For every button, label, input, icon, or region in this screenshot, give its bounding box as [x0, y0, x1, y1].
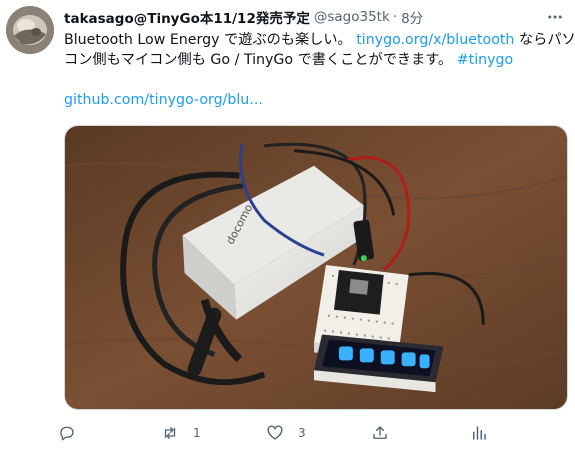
retweet-count: 1: [193, 426, 201, 440]
analytics-icon: [473, 426, 486, 440]
reply-icon: [60, 426, 74, 441]
tweet-text-line-1: Bluetooth Low Energy で遊ぶのも楽しい。 tinygo.or…: [64, 30, 575, 50]
share-button[interactable]: [371, 420, 389, 446]
like-count: 3: [298, 426, 306, 440]
tweet-link-tinygo-bluetooth[interactable]: tinygo.org/x/bluetooth: [356, 32, 514, 48]
tweet-actions: 1 3: [58, 420, 498, 446]
tweet-text-part: Bluetooth Low Energy で遊ぶのも楽しい。: [64, 32, 352, 48]
like-button[interactable]: 3: [266, 420, 306, 446]
author-display-name[interactable]: takasago@TinyGo本11/12発売予定: [64, 7, 310, 27]
tweet-text-spacer: [64, 70, 564, 90]
hashtag-link[interactable]: #tinygo: [457, 52, 513, 68]
share-icon: [373, 426, 387, 439]
tweet-text-part: ならパソ: [514, 32, 575, 48]
tweet-timestamp[interactable]: 8分: [401, 7, 423, 27]
avatar[interactable]: [6, 6, 54, 54]
more-button[interactable]: [543, 6, 567, 28]
heart-icon: [267, 425, 283, 440]
tweet-text-line-3: github.com/tinygo-org/blu...: [64, 90, 564, 110]
tweet-text-line-2: コン側もマイコン側も Go / TinyGo で書くことができます。 #tiny…: [64, 50, 564, 70]
retweet-button[interactable]: 1: [161, 420, 201, 446]
tweet-link-github[interactable]: github.com/tinygo-org/blu...: [64, 92, 263, 108]
reply-button[interactable]: [58, 420, 90, 446]
tweet-text-part: コン側もマイコン側も Go / TinyGo で書くことができます。: [64, 52, 453, 68]
more-icon: [548, 15, 562, 19]
analytics-button[interactable]: [470, 420, 488, 446]
retweet-icon: [164, 427, 176, 439]
tweet-header: takasago@TinyGo本11/12発売予定 @sago35tk · 8分: [64, 7, 423, 27]
tweet[interactable]: takasago@TinyGo本11/12発売予定 @sago35tk · 8分…: [0, 0, 575, 449]
author-handle[interactable]: @sago35tk: [314, 9, 390, 25]
avatar-image: [6, 6, 54, 54]
photo-image: docomo: [65, 126, 567, 409]
header-separator: ·: [392, 9, 398, 25]
tweet-text: Bluetooth Low Energy で遊ぶのも楽しい。 tinygo.or…: [64, 30, 575, 110]
tweet-photo[interactable]: docomo: [64, 125, 568, 410]
